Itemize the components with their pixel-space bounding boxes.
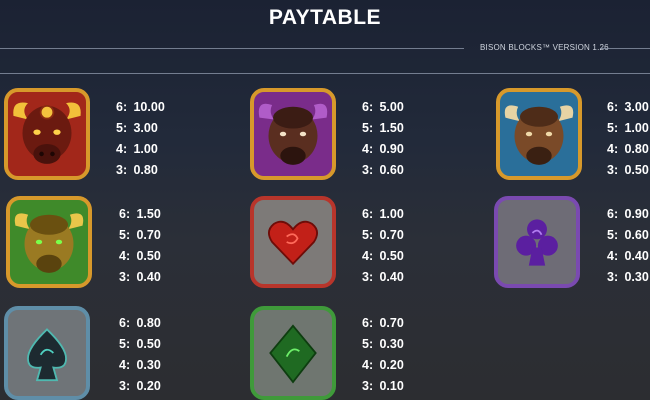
match-count: 5: <box>607 121 619 135</box>
match-count: 3: <box>607 270 619 284</box>
diamond-icon <box>250 306 336 400</box>
page-title: PAYTABLE <box>268 6 382 29</box>
match-count: 6: <box>607 207 619 221</box>
match-count: 5: <box>116 121 128 135</box>
match-count: 4: <box>362 142 374 156</box>
match-count: 5: <box>362 228 374 242</box>
match-count: 6: <box>119 207 131 221</box>
match-count: 4: <box>119 358 131 372</box>
blue-bison-icon <box>496 88 582 180</box>
paytable-values: 6: 5.00 5: 1.50 4: 0.90 3: 0.60 <box>362 97 422 181</box>
match-count: 4: <box>362 249 374 263</box>
payout-value: 0.70 <box>379 228 404 242</box>
version-label: BISON BLOCKS™ VERSION 1.26 <box>480 43 609 52</box>
match-count: 5: <box>119 228 131 242</box>
payout-value: 0.70 <box>136 228 161 242</box>
match-count: 6: <box>362 207 374 221</box>
payout-value: 0.40 <box>624 249 649 263</box>
match-count: 6: <box>119 316 131 330</box>
red-bison-icon <box>4 88 90 180</box>
payout-value: 0.80 <box>133 163 158 177</box>
payout-value: 1.00 <box>133 142 158 156</box>
heart-icon <box>250 196 336 288</box>
payout-value: 0.30 <box>624 270 649 284</box>
payout-value: 0.30 <box>379 337 404 351</box>
payout-value: 0.10 <box>379 379 404 393</box>
match-count: 5: <box>362 337 374 351</box>
paytable-values: 6: 0.80 5: 0.50 4: 0.30 3: 0.20 <box>119 313 179 397</box>
payout-value: 0.50 <box>379 249 404 263</box>
paytable-values: 6: 0.70 5: 0.30 4: 0.20 3: 0.10 <box>362 313 422 397</box>
payout-value: 0.40 <box>379 270 404 284</box>
payout-value: 10.00 <box>133 100 165 114</box>
payout-value: 0.50 <box>136 249 161 263</box>
match-count: 4: <box>119 249 131 263</box>
match-count: 4: <box>607 249 619 263</box>
match-count: 4: <box>362 358 374 372</box>
paytable-values: 6: 0.90 5: 0.60 4: 0.40 3: 0.30 <box>607 204 650 288</box>
gold-bison-icon <box>6 196 92 288</box>
header-divider-right <box>600 48 650 49</box>
match-count: 5: <box>119 337 131 351</box>
payout-value: 1.50 <box>136 207 161 221</box>
payout-value: 0.30 <box>136 358 161 372</box>
match-count: 3: <box>362 379 374 393</box>
match-count: 3: <box>362 163 374 177</box>
match-count: 3: <box>119 379 131 393</box>
payout-value: 3.00 <box>133 121 158 135</box>
header-divider-left <box>0 48 464 49</box>
match-count: 3: <box>116 163 128 177</box>
paytable-values: 6: 1.50 5: 0.70 4: 0.50 3: 0.40 <box>119 204 179 288</box>
paytable-values: 6: 10.00 5: 3.00 4: 1.00 3: 0.80 <box>116 97 176 181</box>
payout-value: 0.60 <box>624 228 649 242</box>
match-count: 6: <box>362 316 374 330</box>
paytable-values: 6: 1.00 5: 0.70 4: 0.50 3: 0.40 <box>362 204 422 288</box>
spade-icon <box>4 306 90 400</box>
match-count: 6: <box>362 100 374 114</box>
match-count: 6: <box>607 100 619 114</box>
payout-value: 0.90 <box>379 142 404 156</box>
match-count: 5: <box>362 121 374 135</box>
payout-value: 0.40 <box>136 270 161 284</box>
paytable-values: 6: 3.00 5: 1.00 4: 0.80 3: 0.50 <box>607 97 650 181</box>
match-count: 3: <box>362 270 374 284</box>
match-count: 5: <box>607 228 619 242</box>
match-count: 6: <box>116 100 128 114</box>
payout-value: 5.00 <box>379 100 404 114</box>
payout-value: 0.20 <box>136 379 161 393</box>
purple-bison-icon <box>250 88 336 180</box>
payout-value: 0.80 <box>624 142 649 156</box>
payout-value: 1.00 <box>624 121 649 135</box>
payout-value: 3.00 <box>624 100 649 114</box>
match-count: 3: <box>607 163 619 177</box>
payout-value: 1.50 <box>379 121 404 135</box>
match-count: 4: <box>607 142 619 156</box>
payout-value: 0.80 <box>136 316 161 330</box>
payout-value: 0.50 <box>624 163 649 177</box>
payout-value: 0.50 <box>136 337 161 351</box>
payout-value: 0.90 <box>624 207 649 221</box>
payout-value: 0.20 <box>379 358 404 372</box>
payout-value: 1.00 <box>379 207 404 221</box>
club-icon <box>494 196 580 288</box>
match-count: 3: <box>119 270 131 284</box>
header-divider-bottom <box>0 73 650 74</box>
payout-value: 0.60 <box>379 163 404 177</box>
payout-value: 0.70 <box>379 316 404 330</box>
match-count: 4: <box>116 142 128 156</box>
